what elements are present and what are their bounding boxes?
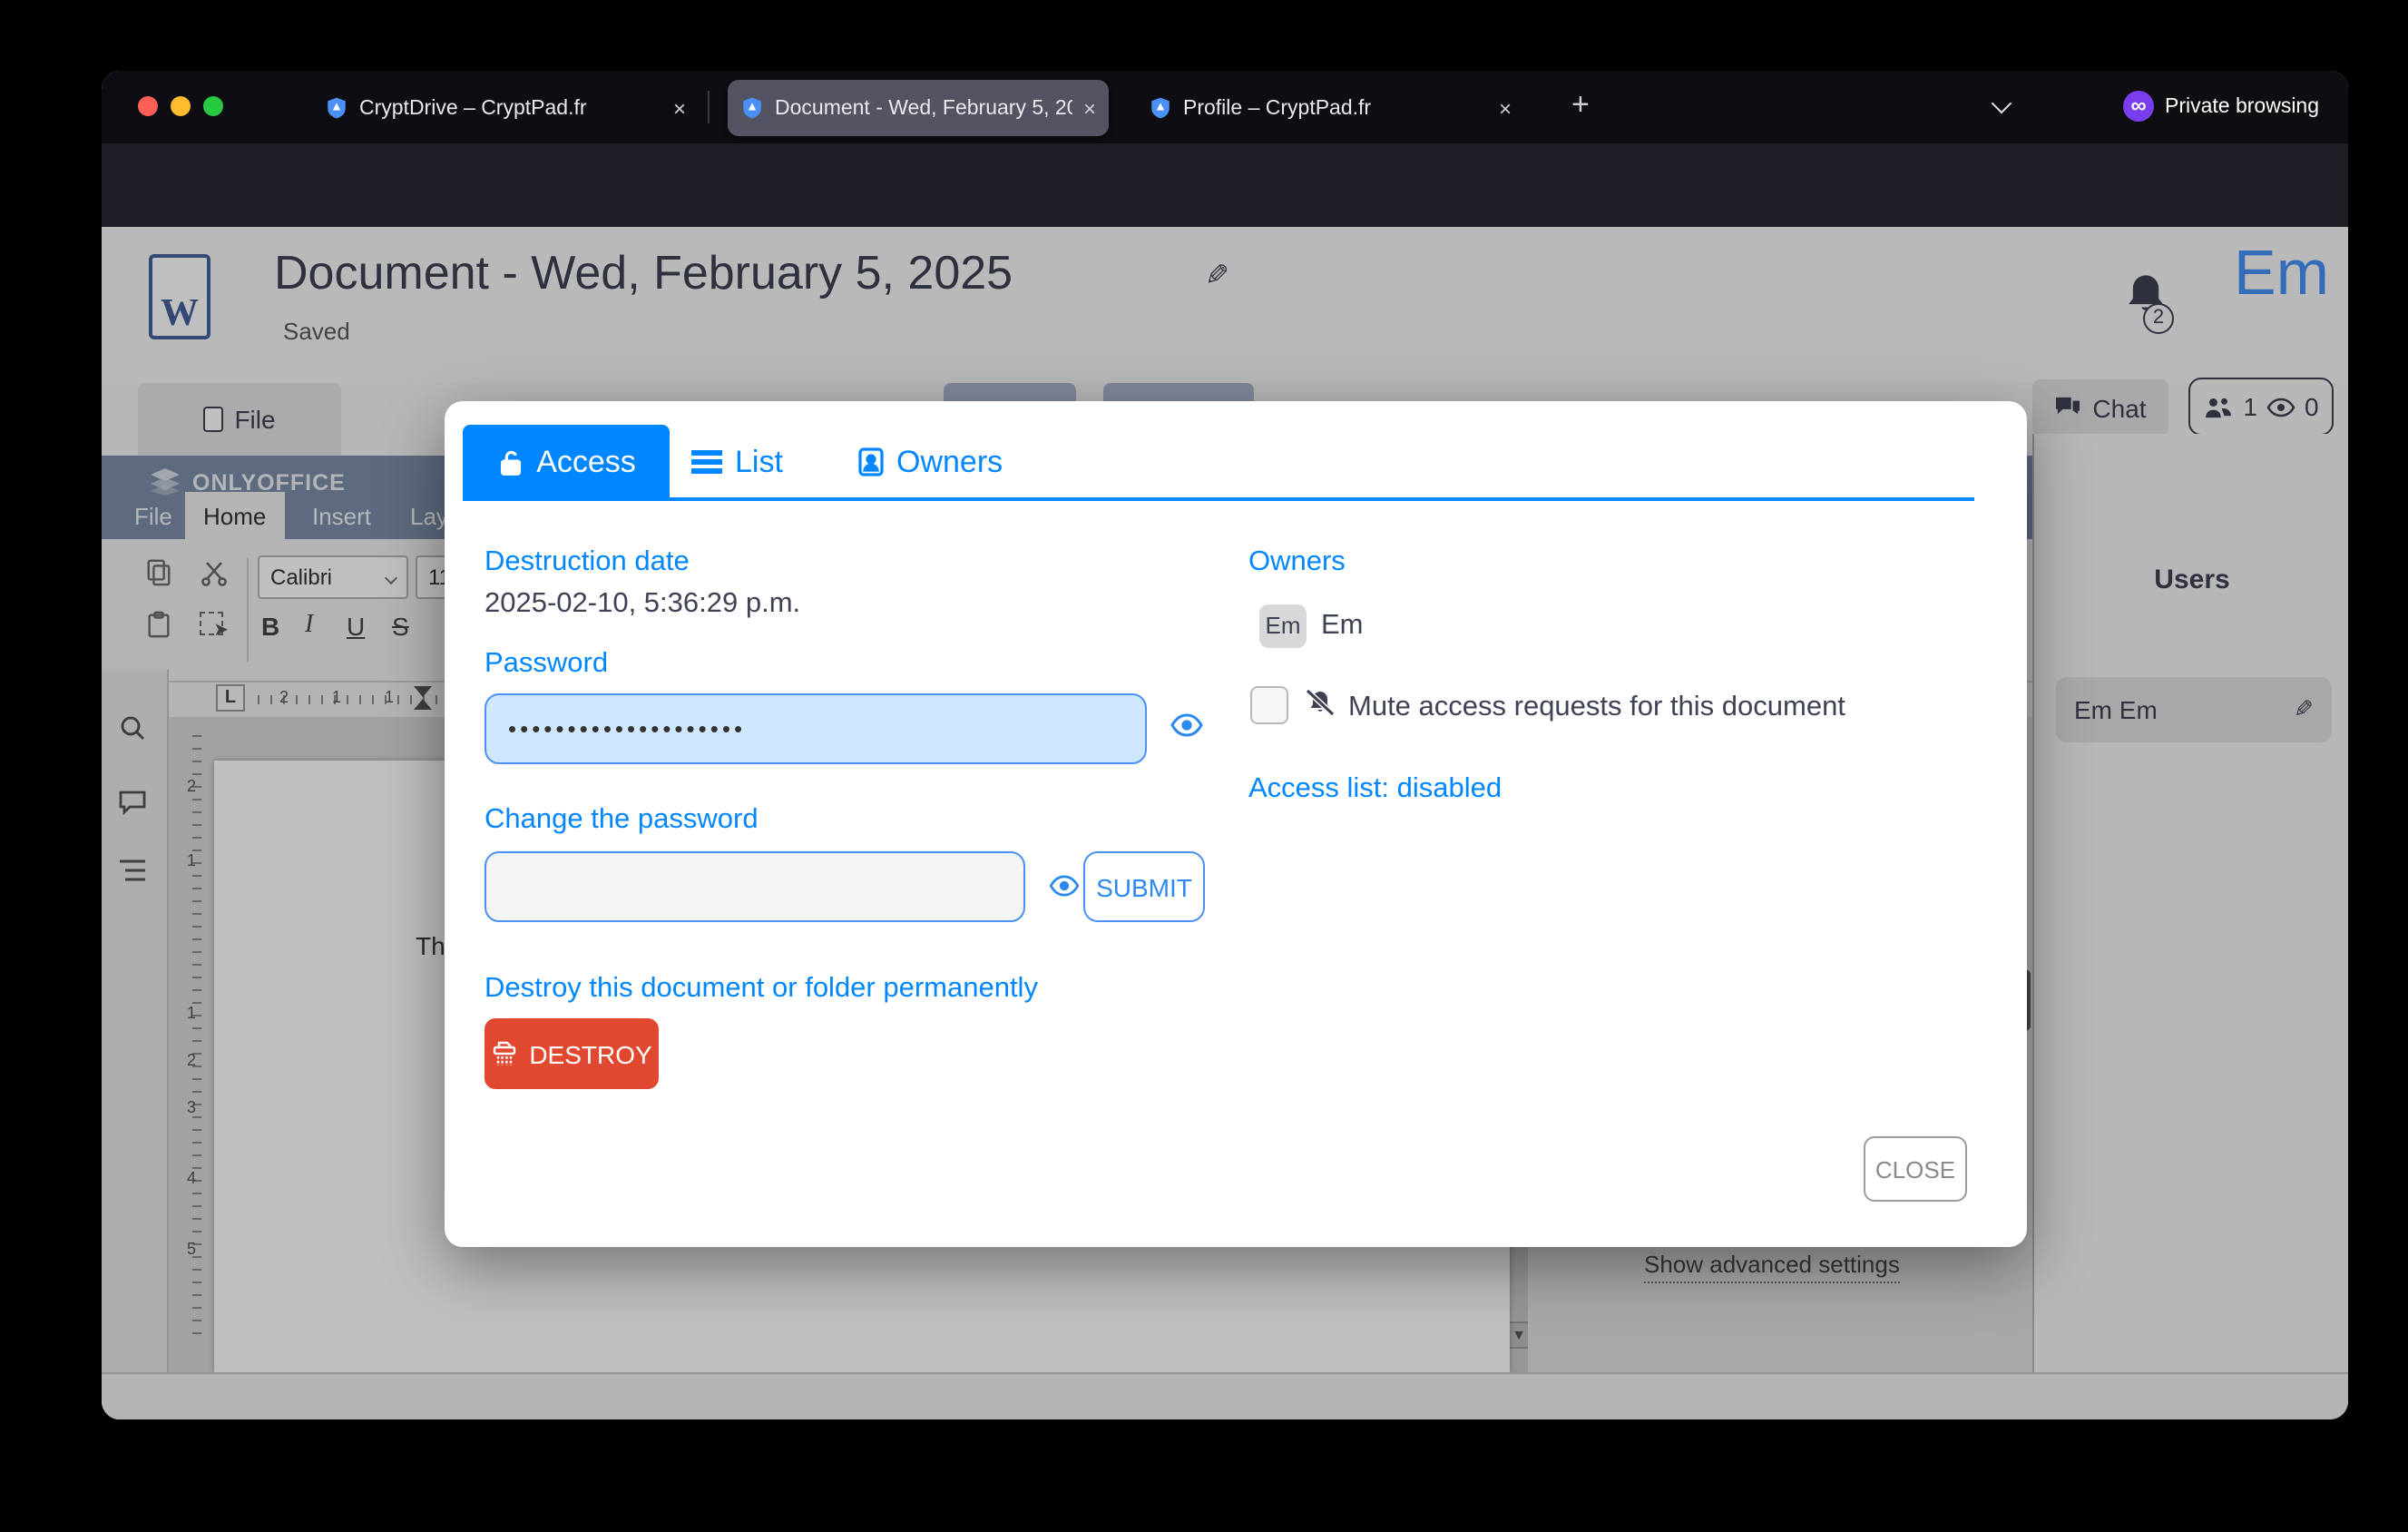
tab-access-label: Access — [536, 444, 636, 480]
tab-list-label: List — [735, 444, 783, 480]
cryptpad-favicon — [325, 96, 348, 120]
reveal-new-password-eye-icon[interactable] — [1049, 875, 1080, 897]
password-label: Password — [485, 648, 608, 681]
close-tab-icon[interactable]: × — [673, 97, 686, 119]
close-tab-icon[interactable]: × — [1499, 97, 1512, 119]
destroy-button-label: DESTROY — [529, 1039, 651, 1068]
destruction-date-value: 2025-02-10, 5:36:29 p.m. — [485, 588, 800, 621]
private-browsing-label: Private browsing — [2165, 96, 2319, 118]
change-password-label: Change the password — [485, 804, 759, 837]
id-badge-icon — [858, 447, 884, 477]
browser-tab-document-active[interactable]: Document - Wed, February 5, 2025 × — [728, 80, 1109, 136]
destruction-date-label: Destruction date — [485, 546, 690, 579]
browser-tab-cryptdrive[interactable]: CryptDrive – CryptPad.fr × — [312, 80, 699, 136]
destroy-button[interactable]: DESTROY — [485, 1018, 659, 1089]
mute-checkbox[interactable] — [1250, 686, 1288, 724]
chevron-down-icon[interactable] — [1992, 93, 2012, 114]
access-modal: Access List Owners Destruction date 2025… — [445, 401, 2027, 1247]
tab-title: Profile – CryptPad.fr — [1183, 97, 1488, 119]
close-tab-icon[interactable]: × — [1083, 97, 1096, 119]
private-browsing-icon: ∞ — [2123, 91, 2154, 122]
minimize-window-button[interactable] — [171, 96, 191, 116]
tab-owners[interactable]: Owners — [858, 425, 1003, 499]
submit-password-button[interactable]: SUBMIT — [1083, 851, 1205, 922]
screen: CryptDrive – CryptPad.fr × Document - We… — [0, 0, 2408, 1532]
tab-title: CryptDrive – CryptPad.fr — [359, 97, 662, 119]
close-window-button[interactable] — [138, 96, 158, 116]
mute-access-label[interactable]: Mute access requests for this document — [1348, 692, 1845, 724]
tab-owners-label: Owners — [896, 444, 1003, 480]
tab-underline — [463, 497, 1974, 501]
shredder-icon — [491, 1039, 516, 1068]
destroy-label: Destroy this document or folder permanen… — [485, 973, 1038, 1006]
owners-label: Owners — [1248, 546, 1346, 579]
new-tab-button[interactable]: + — [1571, 89, 1590, 120]
reveal-password-eye-icon[interactable] — [1170, 713, 1203, 737]
tab-list[interactable]: List — [691, 425, 783, 499]
owner-name: Em — [1321, 610, 1364, 643]
cryptpad-favicon — [1149, 96, 1172, 120]
cryptpad-favicon — [740, 96, 764, 120]
password-input[interactable] — [485, 693, 1147, 764]
unlock-icon — [496, 447, 524, 476]
owner-avatar: Em — [1259, 604, 1307, 648]
maximize-window-button[interactable] — [203, 96, 223, 116]
list-icon — [691, 447, 722, 477]
browser-tab-profile[interactable]: Profile – CryptPad.fr × — [1136, 80, 1524, 136]
browser-tab-bar: CryptDrive – CryptPad.fr × Document - We… — [102, 71, 2348, 143]
browser-window: CryptDrive – CryptPad.fr × Document - We… — [102, 71, 2348, 1419]
new-password-input[interactable] — [485, 851, 1025, 922]
tab-title: Document - Wed, February 5, 2025 — [775, 97, 1072, 119]
access-list-link[interactable]: Access list: disabled — [1248, 773, 1502, 806]
bell-slash-icon — [1303, 688, 1337, 719]
close-modal-button[interactable]: CLOSE — [1864, 1136, 1967, 1202]
browser-nav-bar: ← → https://cryptpad.fr/doc/#/3/doc/edit… — [102, 143, 2348, 227]
tab-separator — [708, 91, 710, 123]
tab-access[interactable]: Access — [463, 425, 670, 499]
